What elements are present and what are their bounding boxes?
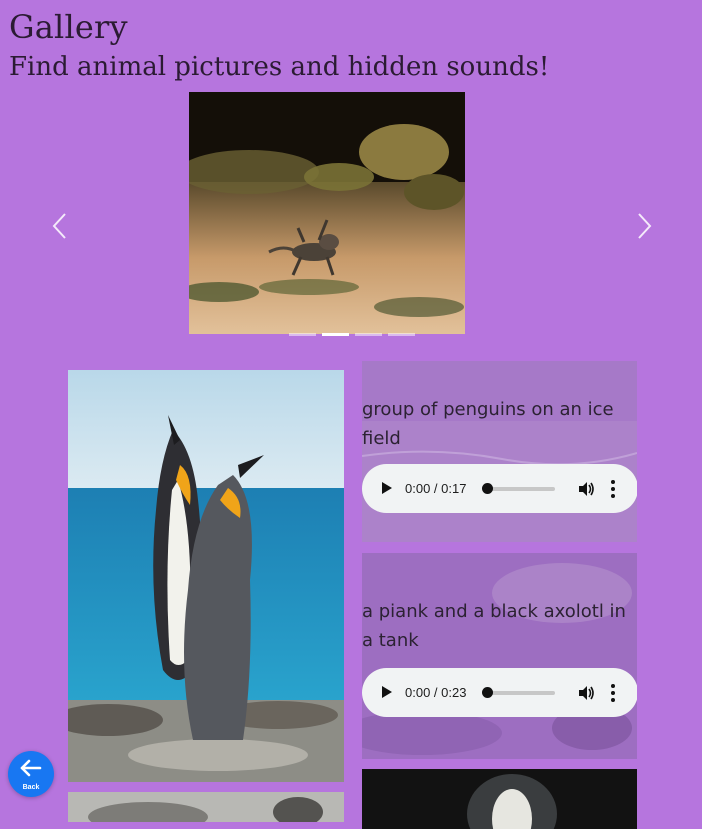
- sound-card-partial: [362, 769, 637, 829]
- more-options-icon[interactable]: [611, 684, 615, 702]
- page-title: Gallery: [9, 8, 128, 46]
- more-options-icon[interactable]: [611, 480, 615, 498]
- chevron-left-icon: [52, 213, 66, 239]
- card-background: [362, 553, 637, 759]
- play-icon[interactable]: [382, 686, 392, 698]
- page-subtitle: Find animal pictures and hidden sounds!: [9, 52, 550, 82]
- card-caption: a piank and a black axolotl in a tank: [362, 601, 626, 651]
- carousel-next-button[interactable]: [632, 208, 656, 244]
- carousel-indicator[interactable]: [355, 333, 382, 336]
- carousel-prev-button[interactable]: [48, 208, 72, 244]
- volume-icon[interactable]: [577, 480, 595, 498]
- penguin-photo: [68, 370, 344, 782]
- photo-card-partial: [68, 792, 344, 822]
- audio-player: 0:00 / 0:23: [362, 668, 637, 717]
- audio-progress-knob[interactable]: [482, 483, 493, 494]
- back-button[interactable]: Back: [8, 751, 54, 797]
- card-caption: group of penguins on an ice field: [362, 399, 614, 449]
- carousel-indicator-active[interactable]: [322, 333, 349, 336]
- sound-card: a piank and a black axolotl in a tank 0:…: [362, 553, 637, 759]
- carousel-image: [189, 92, 465, 334]
- volume-icon[interactable]: [577, 684, 595, 702]
- chevron-right-icon: [638, 213, 652, 239]
- carousel-indicator[interactable]: [388, 333, 415, 336]
- arrow-left-icon: [20, 759, 42, 777]
- audio-progress-knob[interactable]: [482, 687, 493, 698]
- carousel-indicator[interactable]: [289, 333, 316, 336]
- audio-time: 0:00 / 0:17: [405, 481, 467, 496]
- audio-time: 0:00 / 0:23: [405, 685, 467, 700]
- sound-card: group of penguins on an ice field 0:00 /…: [362, 361, 637, 542]
- audio-progress-track[interactable]: [485, 691, 555, 695]
- audio-progress-track[interactable]: [485, 487, 555, 491]
- play-icon[interactable]: [382, 482, 392, 494]
- carousel-indicators: [289, 333, 415, 336]
- audio-player: 0:00 / 0:17: [362, 464, 637, 513]
- back-button-label: Back: [22, 784, 40, 791]
